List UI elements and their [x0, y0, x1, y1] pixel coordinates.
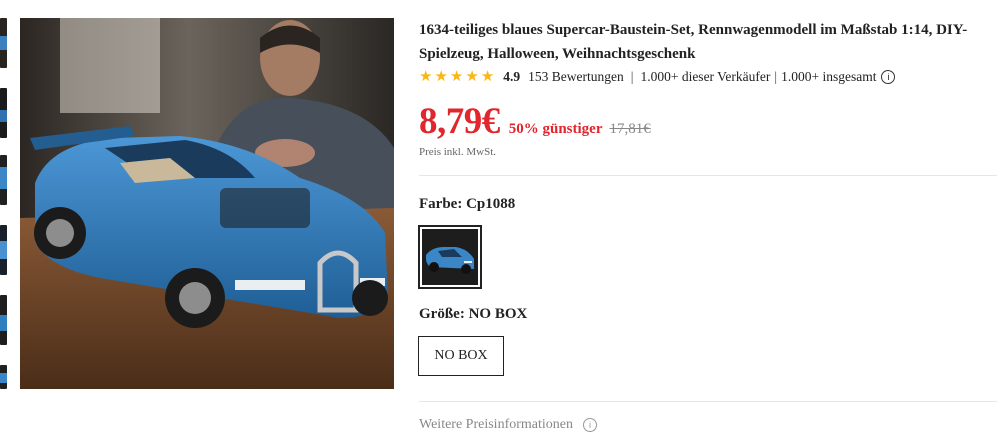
divider: [419, 175, 997, 176]
divider: [419, 401, 997, 402]
rating-row: ★ ★ ★ ★ ★ 4.9 153 Bewertungen | 1.000+ d…: [419, 67, 896, 87]
more-price-info-label: Weitere Preisinformationen: [419, 417, 573, 432]
rating-stars[interactable]: ★ ★ ★ ★ ★: [419, 68, 495, 85]
thumbnail-4[interactable]: [0, 225, 7, 275]
thumbnail-5[interactable]: [0, 295, 7, 345]
star-icon: ★: [434, 68, 448, 85]
original-price: 17,81€: [609, 121, 651, 137]
thumbnail-3[interactable]: [0, 155, 7, 205]
rating-value: 4.9: [503, 69, 521, 84]
color-option-cp1088[interactable]: [418, 225, 482, 289]
product-main-image[interactable]: [20, 18, 394, 389]
thumbnail-6[interactable]: [0, 365, 7, 389]
star-icon: ★: [480, 68, 495, 85]
separator: |: [774, 69, 778, 84]
size-label: Größe: NO BOX: [419, 306, 528, 322]
review-count[interactable]: 153 Bewertungen: [528, 69, 624, 85]
thumbnail-strip: [0, 0, 8, 435]
info-icon: i: [583, 418, 597, 432]
total-sold-count: 1.000+ insgesamt: [781, 69, 877, 84]
seller-sold-count: 1.000+ dieser Verkäufer: [640, 69, 771, 84]
separator: |: [630, 69, 634, 84]
discount-badge: 50% günstiger: [508, 121, 603, 137]
star-icon: ★: [419, 68, 433, 85]
tax-note: Preis inkl. MwSt.: [419, 146, 497, 158]
product-title: 1634-teiliges blaues Supercar-Baustein-S…: [419, 22, 968, 62]
star-icon: ★: [449, 68, 464, 85]
star-icon: ★: [465, 68, 479, 85]
thumbnail-1[interactable]: [0, 18, 7, 68]
price-row: 8,79€ 50% günstiger 17,81€: [419, 100, 651, 143]
color-label: Farbe: Cp1088: [419, 196, 516, 212]
info-icon[interactable]: i: [881, 70, 896, 84]
color-option-thumbnail: [422, 229, 478, 285]
thumbnail-2[interactable]: [0, 88, 7, 138]
more-price-info-link[interactable]: Weitere Preisinformationen i: [419, 417, 597, 433]
product-info: 1634-teiliges blaues Supercar-Baustein-S…: [419, 18, 999, 158]
current-price: 8,79€: [419, 101, 500, 142]
size-option-no-box[interactable]: NO BOX: [418, 336, 504, 376]
